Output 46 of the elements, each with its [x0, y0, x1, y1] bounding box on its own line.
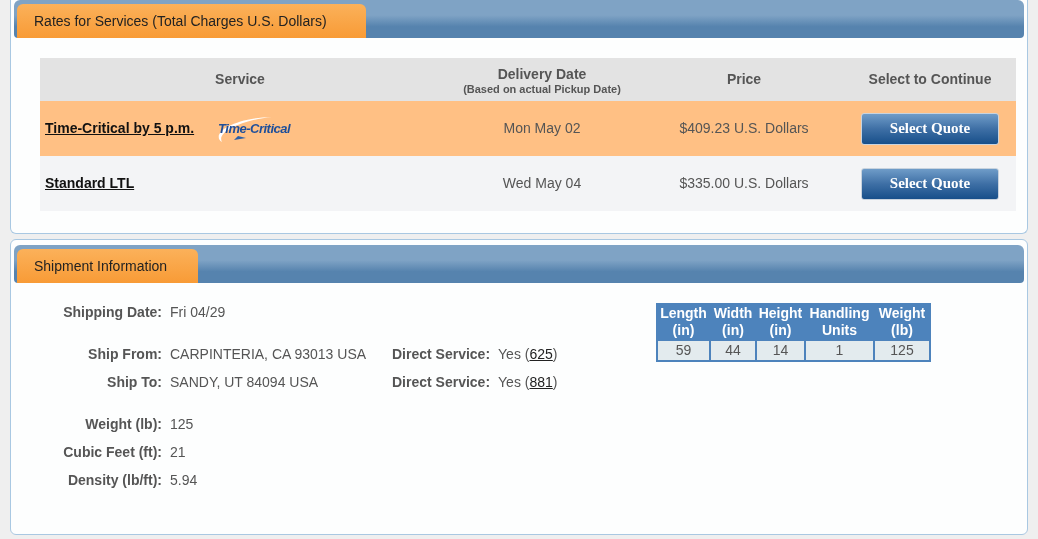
- field-value: 5.94: [170, 470, 199, 490]
- column-header: Select to Continue: [867, 70, 993, 89]
- field-value: Yes (625): [498, 344, 558, 364]
- field-label: Cubic Feet (ft):: [62, 442, 163, 462]
- column-subheader: (Based on actual Pickup Date): [463, 82, 621, 95]
- terminal-link[interactable]: 881: [529, 373, 553, 390]
- delivery-date: Mon May 02: [502, 119, 582, 138]
- table-cell: 14: [757, 341, 804, 360]
- field-label: Ship To:: [106, 372, 163, 392]
- field-label: Direct Service:: [392, 372, 492, 392]
- field-label: Shipping Date:: [62, 302, 163, 322]
- column-header: (in): [769, 322, 792, 339]
- field-value: CARPINTERIA, CA 93013 USA: [170, 344, 368, 364]
- column-header: Height: [758, 305, 803, 322]
- field-value: 125: [170, 414, 195, 434]
- column-header: Weight: [878, 305, 926, 322]
- field-value: SANDY, UT 84094 USA: [170, 372, 320, 392]
- column-header: Length: [660, 305, 707, 322]
- column-header: Service: [214, 70, 266, 89]
- service-link[interactable]: Standard LTL: [45, 173, 135, 194]
- price-text: $409.23 U.S. Dollars: [678, 119, 810, 138]
- price-text: $335.00 U.S. Dollars: [678, 174, 810, 193]
- field-label: Direct Service:: [392, 344, 492, 364]
- field-value: Yes (881): [498, 372, 558, 392]
- service-link[interactable]: Time-Critical by 5 p.m.: [45, 118, 195, 139]
- column-header: Delivery Date: [497, 64, 587, 83]
- terminal-link[interactable]: 625: [529, 345, 553, 362]
- field-value: Fri 04/29: [170, 302, 227, 322]
- table-cell: 125: [875, 341, 929, 360]
- column-header: Price: [725, 70, 763, 89]
- select-quote-button[interactable]: Select Quote: [861, 167, 999, 200]
- column-header: (in): [672, 322, 695, 339]
- column-header: (in): [722, 322, 744, 339]
- field-label: Density (lb/ft):: [66, 470, 163, 490]
- column-header: Width: [713, 305, 753, 322]
- delivery-date: Wed May 04: [501, 174, 583, 193]
- table-cell: 44: [711, 341, 755, 360]
- select-quote-button[interactable]: Select Quote: [861, 112, 999, 145]
- field-value: 21: [170, 442, 187, 462]
- field-label: Ship From:: [87, 344, 163, 364]
- column-header: (lb): [891, 322, 913, 339]
- field-label: Weight (lb):: [84, 414, 163, 434]
- column-header: Handling: [809, 305, 870, 322]
- table-cell: 59: [658, 341, 709, 360]
- column-header: Units: [822, 322, 857, 339]
- table-cell: 1: [806, 341, 873, 360]
